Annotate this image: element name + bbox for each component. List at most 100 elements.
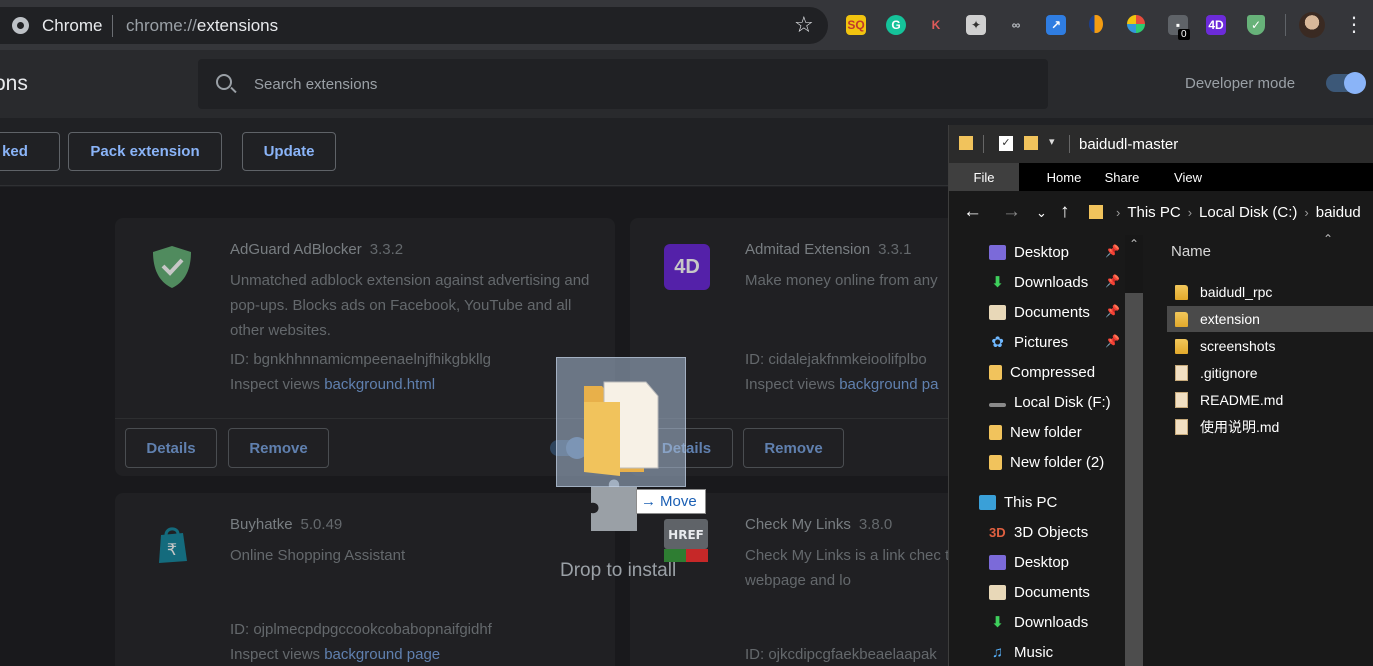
grammarly-icon[interactable]: G: [886, 15, 906, 35]
explorer-file-list: ⌃ Name baidudl_rpc extension screenshots…: [1143, 232, 1373, 666]
omnibox-url[interactable]: chrome://extensions: [126, 16, 278, 36]
up-arrow-icon[interactable]: ↑: [1060, 201, 1070, 223]
downloads-icon: ⬇: [991, 273, 1004, 291]
pin-icon[interactable]: 📌: [1105, 274, 1120, 288]
breadcrumb-separator: ›: [1116, 205, 1121, 220]
admitad-toolbar-icon[interactable]: 4D: [1206, 15, 1226, 35]
file-name: screenshots: [1200, 338, 1276, 354]
file-row[interactable]: baidudl_rpc: [1167, 279, 1373, 305]
file-row[interactable]: .gitignore: [1167, 360, 1373, 386]
drive-icon: [989, 403, 1006, 407]
href-badge-label: HREF: [668, 528, 704, 542]
column-header-name[interactable]: Name: [1171, 243, 1211, 260]
breadcrumb-item[interactable]: This PC: [1127, 204, 1180, 221]
extension-orange-icon[interactable]: [1086, 15, 1106, 35]
page-title: ons: [0, 72, 28, 95]
nav-item-documents[interactable]: Documents: [989, 299, 1090, 325]
nav-item-label: Documents: [1014, 303, 1090, 321]
breadcrumb-separator: ›: [1187, 205, 1193, 220]
file-row-selected[interactable]: extension: [1167, 306, 1373, 332]
developer-mode-label: Developer mode: [1185, 75, 1296, 92]
this-pc-icon: [979, 494, 996, 510]
drop-to-install-label: Drop to install: [560, 560, 677, 581]
nav-item-new-folder[interactable]: New folder: [989, 419, 1082, 445]
explorer-address-bar: ← → ⌄ ↑ › This PC › Local Disk (C:) › baidud: [949, 191, 1373, 235]
nav-item-local-disk-f[interactable]: Local Disk (F:): [989, 389, 1111, 415]
nav-pane-scroll-thumb[interactable]: [1125, 293, 1143, 666]
href-extension-icon: HREF: [664, 519, 708, 562]
breadcrumb-item[interactable]: baidud: [1316, 204, 1361, 221]
explorer-navigation-pane: Desktop 📌 ⬇ Downloads 📌 Documents 📌 ✿ Pict…: [949, 235, 1125, 666]
nav-item-label: Music: [1014, 643, 1054, 661]
desktop-icon: [989, 554, 1006, 570]
pack-extension-button[interactable]: Pack extension: [68, 132, 222, 171]
forward-arrow-icon[interactable]: →: [1002, 201, 1021, 223]
new-folder-icon[interactable]: [1024, 136, 1038, 150]
pin-icon[interactable]: 📌: [1105, 244, 1120, 258]
documents-icon: [989, 584, 1006, 600]
bookmark-star-icon[interactable]: ☆: [794, 12, 814, 38]
nav-item-label: Desktop: [1014, 243, 1070, 261]
pin-icon[interactable]: 📌: [1105, 304, 1120, 318]
developer-mode-toggle[interactable]: [1326, 72, 1366, 94]
nav-item-desktop[interactable]: Desktop: [989, 549, 1069, 575]
extension-ghost-icon[interactable]: ✦: [966, 15, 986, 35]
nav-item-music[interactable]: ♫ Music: [989, 639, 1053, 665]
ribbon-tab-view[interactable]: View: [1155, 163, 1221, 191]
omnibox[interactable]: Chrome chrome://extensions ☆: [0, 7, 828, 44]
file-name: baidudl_rpc: [1200, 284, 1273, 300]
pin-icon[interactable]: 📌: [1105, 334, 1120, 348]
ribbon-tab-share[interactable]: Share: [1089, 163, 1155, 191]
adguard-toolbar-icon[interactable]: ✓: [1246, 15, 1266, 35]
nav-item-label: Desktop: [1014, 553, 1070, 571]
recent-locations-chevron-icon[interactable]: ⌄: [1036, 205, 1047, 221]
titlebar-divider: [1069, 135, 1070, 153]
back-arrow-icon[interactable]: ←: [963, 201, 982, 223]
profile-avatar[interactable]: [1299, 12, 1325, 38]
nav-item-this-pc[interactable]: This PC: [979, 489, 1057, 515]
extension-badge: 0: [1178, 29, 1190, 40]
breadcrumb[interactable]: › This PC › Local Disk (C:) › baidud: [1109, 204, 1361, 221]
breadcrumb-item[interactable]: Local Disk (C:): [1199, 204, 1297, 221]
sort-chevron-icon: ⌃: [1323, 232, 1334, 246]
qat-dropdown-icon[interactable]: ▾: [1049, 135, 1055, 148]
nav-item-downloads[interactable]: ⬇ Downloads: [989, 609, 1088, 635]
address-folder-icon: [1089, 205, 1103, 219]
chrome-menu-icon[interactable]: ⋮: [1344, 12, 1364, 37]
folder-icon: [989, 364, 1002, 380]
explorer-window-title: baidudl-master: [1079, 136, 1179, 153]
search-box[interactable]: [198, 59, 1048, 109]
extension-globe-icon[interactable]: [1126, 15, 1146, 35]
search-input[interactable]: [254, 72, 1014, 96]
extension-sq-icon[interactable]: SQ: [846, 15, 866, 35]
file-name: README.md: [1200, 392, 1284, 408]
nav-item-label: Downloads: [1014, 273, 1089, 291]
dragged-folder-icon: [584, 381, 659, 476]
nav-item-compressed[interactable]: Compressed: [989, 359, 1095, 385]
file-name: extension: [1200, 311, 1260, 327]
file-row[interactable]: 使用说明.md: [1167, 414, 1373, 440]
breadcrumb-separator: ›: [1304, 205, 1309, 220]
extension-k-icon[interactable]: K: [926, 15, 946, 35]
nav-item-3d-objects[interactable]: 3D 3D Objects: [989, 519, 1088, 545]
nav-item-pictures[interactable]: ✿ Pictures: [989, 329, 1068, 355]
url-path: extensions: [196, 16, 279, 35]
file-explorer-window: ✓ ▾ baidudl-master File Home Share View …: [948, 125, 1373, 666]
nav-item-downloads[interactable]: ⬇ Downloads: [989, 269, 1088, 295]
nav-item-desktop[interactable]: Desktop: [989, 239, 1069, 265]
nav-item-documents[interactable]: Documents: [989, 579, 1090, 605]
nav-item-new-folder-2[interactable]: New folder (2): [989, 449, 1104, 475]
check-my-links-icon[interactable]: ∞: [1006, 15, 1026, 35]
file-row[interactable]: screenshots: [1167, 333, 1373, 359]
load-unpacked-button[interactable]: ked: [0, 132, 60, 171]
documents-icon: [989, 304, 1006, 320]
extensions-header: ons Developer mode: [0, 50, 1373, 118]
scroll-up-chevron-icon[interactable]: ⌃: [1129, 237, 1139, 251]
extension-chart-icon[interactable]: ↗: [1046, 15, 1066, 35]
properties-icon[interactable]: ✓: [999, 136, 1013, 151]
folder-icon: [1175, 311, 1188, 327]
update-button[interactable]: Update: [242, 132, 336, 171]
file-row[interactable]: README.md: [1167, 387, 1373, 413]
drop-zone-overlay[interactable]: [0, 187, 948, 666]
ribbon-tab-file[interactable]: File: [949, 163, 1019, 191]
